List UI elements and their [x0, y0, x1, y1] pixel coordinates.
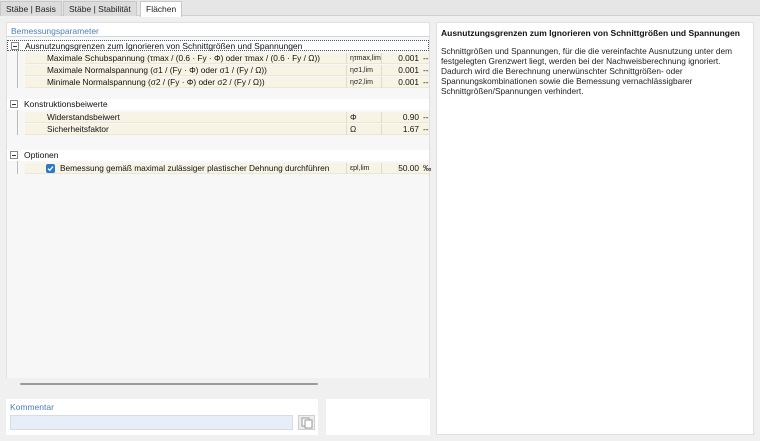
design-parameters-panel: Bemessungsparameter Ausnutzungsgrenzen z… [6, 22, 432, 378]
column-separator [381, 124, 382, 135]
column-separator [381, 65, 382, 76]
group-utilization-limits[interactable]: Ausnutzungsgrenzen zum Ignorieren von Sc… [7, 40, 429, 51]
column-separator [346, 77, 347, 88]
param-label: Widerstandsbeiwert [47, 112, 120, 122]
param-unit: -- [423, 65, 429, 75]
param-label: Bemessung gemäß maximal zulässiger plast… [60, 163, 330, 173]
param-unit: -- [423, 77, 429, 87]
horizontal-scrollbar[interactable] [20, 383, 318, 385]
param-row-safety-factor[interactable]: Sicherheitsfaktor Ω 1.67 -- [25, 124, 429, 135]
checkmark-icon [47, 166, 54, 172]
collapse-icon[interactable] [11, 42, 19, 50]
column-separator [381, 163, 382, 174]
tree-line [17, 161, 18, 174]
copy-comment-button[interactable] [298, 415, 315, 430]
tab-flaechen[interactable]: Flächen [140, 1, 183, 17]
tree-line [17, 110, 18, 135]
param-row-plastic-strain[interactable]: Bemessung gemäß maximal zulässiger plast… [25, 163, 432, 174]
copy-icon [301, 417, 313, 429]
param-value[interactable]: 0.90 [385, 112, 419, 123]
param-symbol: εpl,lim [350, 165, 370, 172]
collapse-icon[interactable] [10, 151, 18, 159]
column-separator [346, 124, 347, 135]
preview-panel [326, 399, 430, 435]
param-row-min-normal[interactable]: Minimale Normalspannung (σ2 / (Fy · Φ) o… [25, 77, 429, 88]
param-unit: -- [423, 112, 429, 122]
param-value[interactable]: 50.00 [385, 163, 419, 174]
param-symbol: ησ1,lim [350, 67, 373, 74]
column-separator [346, 163, 347, 174]
column-separator [346, 53, 347, 64]
param-row-max-normal[interactable]: Maximale Normalspannung (σ1 / (Fy · Φ) o… [25, 65, 429, 76]
group-label: Optionen [24, 150, 59, 160]
param-value[interactable]: 0.001 [385, 53, 419, 64]
column-separator [381, 53, 382, 64]
param-unit: -- [423, 124, 429, 134]
param-row-max-shear[interactable]: Maximale Schubspannung (τmax / (0.6 · Fy… [25, 53, 429, 64]
param-label: Maximale Schubspannung (τmax / (0.6 · Fy… [47, 53, 320, 63]
group-label: Ausnutzungsgrenzen zum Ignorieren von Sc… [25, 41, 303, 51]
param-value[interactable]: 1.67 [385, 124, 419, 135]
comment-panel: Kommentar [6, 399, 318, 435]
info-title: Ausnutzungsgrenzen zum Ignorieren von Sc… [441, 28, 740, 38]
param-symbol: Ω [350, 124, 357, 134]
tab-staebe-basis[interactable]: Stäbe | Basis [0, 1, 62, 16]
plastic-strain-checkbox[interactable] [46, 164, 55, 173]
column-separator [381, 77, 382, 88]
column-separator [346, 65, 347, 76]
param-value[interactable]: 0.001 [385, 77, 419, 88]
column-separator [381, 112, 382, 123]
param-unit: -- [423, 53, 429, 63]
param-label: Minimale Normalspannung (σ2 / (Fy · Φ) o… [47, 77, 265, 87]
group-label: Konstruktionsbeiwerte [24, 99, 108, 109]
tree-line [17, 51, 18, 88]
param-row-resistance-factor[interactable]: Widerstandsbeiwert Φ 0.90 -- [25, 112, 429, 123]
tab-bar: Stäbe | Basis Stäbe | Stabilität Flächen [0, 0, 760, 17]
info-panel: Ausnutzungsgrenzen zum Ignorieren von Sc… [436, 22, 754, 435]
column-separator [346, 112, 347, 123]
tab-staebe-stabilitaet[interactable]: Stäbe | Stabilität [63, 1, 137, 16]
param-symbol: ησ2,lim [350, 79, 373, 86]
param-label: Sicherheitsfaktor [47, 124, 109, 134]
parameter-grid: Ausnutzungsgrenzen zum Ignorieren von Sc… [7, 37, 432, 378]
collapse-icon[interactable] [10, 100, 18, 108]
param-symbol: Φ [350, 112, 357, 122]
comment-label: Kommentar [10, 402, 54, 412]
param-unit: ‰ [423, 163, 432, 173]
group-design-factors[interactable]: Konstruktionsbeiwerte [7, 99, 429, 110]
comment-input[interactable] [10, 415, 293, 430]
param-value[interactable]: 0.001 [385, 65, 419, 76]
param-label: Maximale Normalspannung (σ1 / (Fy · Φ) o… [47, 65, 267, 75]
panel-title: Bemessungsparameter [11, 26, 99, 36]
group-options[interactable]: Optionen [7, 150, 429, 161]
info-text: Schnittgrößen und Spannungen, für die di… [441, 46, 733, 96]
param-symbol: ητmax,lim [350, 55, 381, 62]
